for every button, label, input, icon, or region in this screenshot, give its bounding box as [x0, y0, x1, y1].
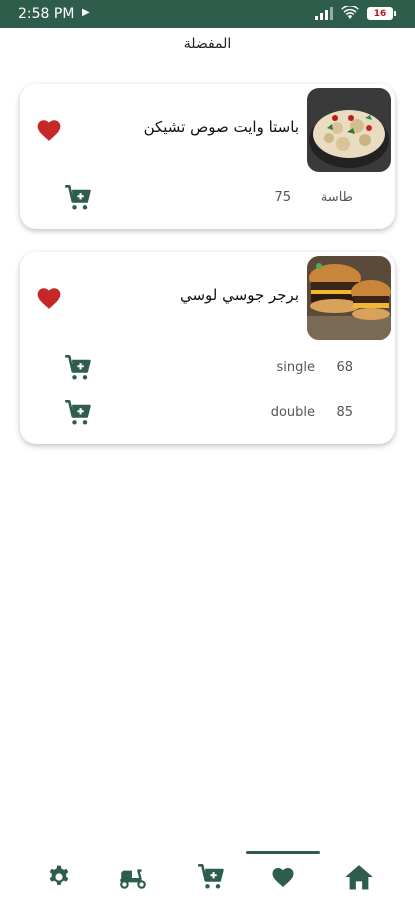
play-icon: ▶: [82, 7, 90, 18]
signal-icon: [315, 6, 333, 20]
nav-delivery[interactable]: [118, 862, 148, 892]
status-icons: 16: [315, 6, 396, 20]
wifi-icon: [341, 6, 359, 19]
status-bar: 2:58 PM ▶ 16: [0, 0, 415, 28]
battery-icon: 16: [367, 6, 396, 20]
add-to-cart-button[interactable]: [64, 399, 92, 427]
nav-home[interactable]: [344, 862, 374, 892]
nav-settings[interactable]: [44, 862, 74, 892]
variant-row: طاسة 75: [20, 184, 395, 214]
scooter-icon: [120, 869, 146, 889]
item-name: باستا وايت صوص تشيكن: [143, 118, 299, 136]
variant-label: single: [276, 360, 316, 375]
cart-plus-icon: [198, 864, 224, 889]
item-name: برجر جوسي لوسي: [179, 286, 299, 304]
home-icon: [345, 865, 373, 890]
heart-icon: [272, 868, 294, 887]
variant-price: 75: [274, 190, 291, 205]
variant-row: double 85: [20, 399, 395, 429]
nav-cart[interactable]: [196, 862, 226, 892]
variant-row: single 68: [20, 354, 395, 384]
status-time: 2:58 PM: [18, 6, 75, 22]
burger-image: [307, 256, 391, 340]
variant-price: 85: [336, 405, 353, 420]
favorite-card[interactable]: برجر جوسي لوسي single 68 double 85: [20, 252, 395, 444]
variant-label: double: [270, 405, 315, 420]
variant-price: 68: [336, 360, 353, 375]
nav-favorites[interactable]: [268, 862, 298, 892]
heart-icon[interactable]: [36, 118, 62, 142]
favorite-card[interactable]: باستا وايت صوص تشيكن طاسة 75: [20, 84, 395, 229]
heart-icon[interactable]: [36, 286, 62, 310]
variant-label: طاسة: [320, 190, 353, 205]
bottom-nav: [0, 848, 415, 900]
pasta-image: [307, 88, 391, 172]
add-to-cart-button[interactable]: [64, 354, 92, 382]
page-title: المفضلة: [183, 36, 232, 52]
add-to-cart-button[interactable]: [64, 184, 92, 212]
settings-icon: [49, 865, 69, 885]
active-tab-indicator: [246, 851, 320, 854]
